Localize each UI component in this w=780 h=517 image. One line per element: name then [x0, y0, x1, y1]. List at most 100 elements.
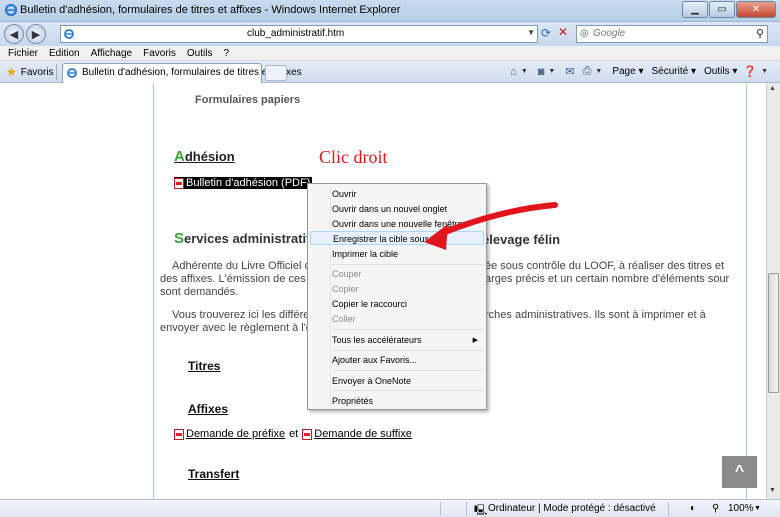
- menu-edition[interactable]: Edition: [49, 46, 80, 60]
- tab-active[interactable]: Bulletin d'adhésion, formulaires de titr…: [62, 63, 302, 83]
- ie-page-icon: [64, 29, 74, 39]
- status-bar: 🖳 Ordinateur | Mode protégé : désactivé …: [0, 499, 780, 517]
- scrollbar-thumb[interactable]: [768, 273, 779, 393]
- tab-bar: ★ Favoris Bulletin d'adhésion, formulair…: [0, 61, 780, 83]
- annotation-clic-droit: Clic droit: [319, 147, 388, 167]
- forward-arrow-icon: ▶: [31, 28, 41, 41]
- suffix-request-link[interactable]: Demande de suffixe: [314, 428, 412, 440]
- favorites-button[interactable]: ★ Favoris: [6, 65, 54, 79]
- pdf-icon: [174, 177, 184, 189]
- page-menu[interactable]: Page ▾: [612, 66, 643, 77]
- pdf-icon: [174, 428, 184, 440]
- back-to-top-button[interactable]: ^: [722, 456, 757, 488]
- chevron-down-icon[interactable]: ▼: [761, 68, 768, 75]
- link-affixes[interactable]: Affixes: [188, 402, 228, 416]
- zoom-icon: ⚲: [712, 503, 720, 514]
- new-tab-button[interactable]: [265, 65, 287, 81]
- address-url[interactable]: club_administratif.htm: [79, 28, 344, 39]
- protected-mode-icon[interactable]: ◐: [690, 503, 696, 514]
- ctx-save-target-as[interactable]: Enregistrer la cible sous...: [310, 231, 484, 245]
- scroll-down-icon[interactable]: ▼: [769, 487, 776, 494]
- ctx-properties[interactable]: Propriétés: [332, 396, 373, 406]
- adhesion-pdf-link[interactable]: Bulletin d'adhésion (PDF): [174, 177, 313, 189]
- prefix-request-link[interactable]: Demande de préfixe: [186, 428, 285, 440]
- and-text: et: [289, 428, 299, 440]
- ctx-paste[interactable]: Coller: [332, 314, 356, 324]
- section-title: Formulaires papiers: [195, 94, 301, 106]
- paragraph-1-line1a: Adhérente du Livre Officiel d: [172, 260, 311, 272]
- menu-affichage[interactable]: Affichage: [91, 46, 133, 60]
- search-provider-icon: ◎: [580, 28, 589, 39]
- help-icon[interactable]: ❓: [743, 65, 757, 78]
- ctx-all-accelerators[interactable]: Tous les accélérateurs: [332, 335, 422, 345]
- link-titres[interactable]: Titres: [188, 359, 220, 373]
- forward-button[interactable]: ▶: [26, 24, 46, 44]
- menu-fichier[interactable]: Fichier: [8, 46, 38, 60]
- stop-icon[interactable]: ✕: [558, 25, 568, 39]
- paragraph-2-line1a: Vous trouverez ici les différe: [172, 309, 310, 321]
- submenu-arrow-icon: ▶: [472, 337, 478, 344]
- paragraph-2-line2: envoyer avec le règlement à l'o: [160, 322, 312, 334]
- ctx-open[interactable]: Ouvrir: [332, 189, 357, 199]
- chevron-down-icon[interactable]: ▼: [595, 68, 602, 75]
- paragraph-1-line2a: des affixes. L'émission de ces: [160, 273, 306, 285]
- zoom-level[interactable]: 100%: [728, 503, 754, 514]
- affixes-links-row: Demande de préfixe et Demande de suffixe: [174, 428, 412, 440]
- search-icon[interactable]: ⚲: [756, 27, 764, 40]
- security-menu[interactable]: Sécurité ▾: [651, 66, 696, 77]
- address-dropdown-icon[interactable]: ▼: [527, 28, 535, 37]
- paragraph-2-line1b: rches administratives. Ils sont à imprim…: [485, 309, 706, 321]
- window-title-bar[interactable]: Bulletin d'adhésion, formulaires de titr…: [0, 0, 780, 22]
- star-icon: ★: [6, 65, 17, 79]
- tools-menu[interactable]: Outils ▾: [704, 66, 737, 77]
- paragraph-1-line2b: arges précis et un certain nombre d'élém…: [485, 273, 730, 285]
- paragraph-1-line3: sont demandés.: [160, 286, 239, 298]
- ctx-cut[interactable]: Couper: [332, 269, 362, 279]
- internet-explorer-icon: [4, 3, 18, 17]
- search-placeholder: Google: [593, 28, 626, 39]
- zoom-dropdown-icon[interactable]: ▼: [754, 505, 761, 512]
- back-arrow-icon: ◀: [9, 28, 19, 41]
- address-bar[interactable]: club_administratif.htm ▼: [60, 25, 538, 43]
- ctx-open-new-tab[interactable]: Ouvrir dans un nouvel onglet: [332, 204, 447, 214]
- right-border-line: [746, 83, 747, 499]
- ctx-add-favorites[interactable]: Ajouter aux Favoris...: [332, 355, 417, 365]
- security-zone-text[interactable]: Ordinateur | Mode protégé : désactivé: [488, 503, 656, 514]
- menu-favoris[interactable]: Favoris: [143, 46, 176, 60]
- ctx-copy[interactable]: Copier: [332, 284, 359, 294]
- ctx-copy-shortcut[interactable]: Copier le raccourci: [332, 299, 407, 309]
- heading-adhesion: Adhésion: [174, 148, 235, 165]
- back-button[interactable]: ◀: [4, 24, 24, 44]
- maximize-button[interactable]: ▭: [709, 1, 735, 18]
- ie-page-icon: [67, 68, 77, 78]
- search-box[interactable]: ◎ Google ⚲: [576, 25, 768, 43]
- paragraph-1-line1b: ée sous contrôle du LOOF, à réaliser des…: [485, 260, 725, 272]
- close-button[interactable]: ✕: [736, 1, 776, 18]
- ctx-send-onenote[interactable]: Envoyer à OneNote: [332, 376, 411, 386]
- adhesion-pdf-label: Bulletin d'adhésion (PDF): [186, 177, 311, 189]
- left-border-line: [153, 83, 154, 499]
- window-title: Bulletin d'adhésion, formulaires de titr…: [20, 4, 401, 16]
- print-icon[interactable]: ⎙: [583, 65, 592, 78]
- chevron-down-icon[interactable]: ▼: [548, 68, 555, 75]
- favorites-label: Favoris: [20, 66, 54, 78]
- pdf-icon: [302, 428, 313, 440]
- rss-feed-icon[interactable]: ◙: [538, 66, 545, 78]
- minimize-button[interactable]: ▁: [682, 1, 708, 18]
- menu-help[interactable]: ?: [223, 46, 229, 60]
- heading-services: Services administratifs: [174, 230, 318, 247]
- vertical-scrollbar[interactable]: ▲ ▼: [766, 83, 780, 499]
- link-transfert[interactable]: Transfert: [188, 467, 239, 481]
- command-bar: ⌂ ▼ ◙ ▼ ✉ ⎙ ▼ Page ▾ Sécurité ▾ Outils ▾ ❓ ▼: [506, 65, 774, 78]
- home-icon[interactable]: ⌂: [510, 66, 517, 78]
- chevron-down-icon[interactable]: ▼: [521, 68, 528, 75]
- ctx-print-target[interactable]: Imprimer la cible: [332, 249, 398, 259]
- menu-bar: Fichier Edition Affichage Favoris Outils…: [0, 46, 780, 61]
- scroll-up-icon[interactable]: ▲: [769, 85, 776, 92]
- heading-services-tail: élevage félin: [482, 232, 561, 247]
- mail-icon[interactable]: ✉: [565, 65, 574, 78]
- refresh-icon[interactable]: ⟳: [541, 26, 551, 40]
- ctx-open-new-window[interactable]: Ouvrir dans une nouvelle fenêtre: [332, 219, 463, 229]
- menu-outils[interactable]: Outils: [187, 46, 213, 60]
- computer-icon: 🖳: [474, 505, 488, 516]
